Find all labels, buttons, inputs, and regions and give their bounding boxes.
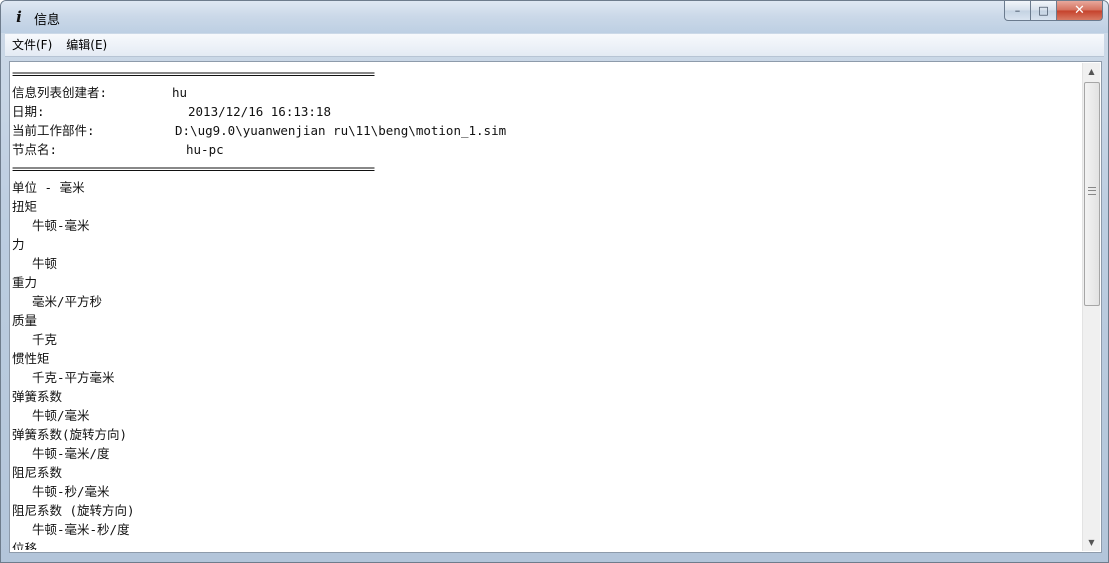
info-text-panel[interactable]: ========================================… xyxy=(9,61,1102,553)
unit-value: 牛顿-毫米/度 xyxy=(32,446,110,461)
close-button[interactable]: ✕ xyxy=(1057,1,1103,21)
unit-value: 牛顿-毫米-秒/度 xyxy=(32,522,130,537)
minimize-button[interactable]: – xyxy=(1004,1,1031,21)
unit-name: 阻尼系数 xyxy=(12,465,63,480)
node-row: 节点名: hu-pc xyxy=(12,140,1081,159)
unit-value: 牛顿-秒/毫米 xyxy=(32,484,110,499)
grip-icon xyxy=(1088,187,1096,195)
date-label: 日期: xyxy=(12,104,45,119)
vertical-scrollbar[interactable]: ▲ ▼ xyxy=(1082,63,1100,551)
menu-bar: 文件(F) 编辑(E) xyxy=(5,34,1104,57)
scroll-thumb[interactable] xyxy=(1084,82,1100,306)
title-bar[interactable]: i 信息 – □ ✕ xyxy=(1,1,1108,33)
unit-name: 质量 xyxy=(12,313,38,328)
last-line: 位移 xyxy=(12,541,38,550)
window-title: 信息 xyxy=(34,13,61,28)
separator-line: ========================================… xyxy=(12,66,375,81)
scroll-down-arrow-icon[interactable]: ▼ xyxy=(1083,534,1100,551)
unit-value: 牛顿-毫米 xyxy=(32,218,90,233)
creator-value: hu xyxy=(172,85,188,100)
unit-value: 牛顿/毫米 xyxy=(32,408,90,423)
part-label: 当前工作部件: xyxy=(12,123,95,138)
scroll-up-arrow-icon[interactable]: ▲ xyxy=(1083,63,1100,80)
unit-name: 弹簧系数 xyxy=(12,389,63,404)
minimize-icon: – xyxy=(1014,4,1021,17)
node-value: hu-pc xyxy=(186,142,224,157)
maximize-icon: □ xyxy=(1038,4,1049,17)
part-row: 当前工作部件: D:\ug9.0\yuanwenjian ru\11\beng\m… xyxy=(12,121,1081,140)
unit-name: 扭矩 xyxy=(12,199,38,214)
info-icon: i xyxy=(16,8,22,26)
caption-buttons: – □ ✕ xyxy=(1004,1,1103,21)
unit-value: 千克-平方毫米 xyxy=(32,370,115,385)
date-row: 日期: 2013/12/16 16:13:18 xyxy=(12,102,1081,121)
creator-label: 信息列表创建者: xyxy=(12,85,108,100)
unit-value: 牛顿 xyxy=(32,256,58,271)
units-title: 单位 - 毫米 xyxy=(12,180,85,195)
unit-value: 毫米/平方秒 xyxy=(32,294,103,309)
node-label: 节点名: xyxy=(12,142,58,157)
close-icon: ✕ xyxy=(1074,3,1085,18)
separator-line: ========================================… xyxy=(12,161,375,176)
info-window: i 信息 – □ ✕ 文件(F) 编辑(E) =================… xyxy=(0,0,1109,563)
unit-name: 重力 xyxy=(12,275,38,290)
menu-edit[interactable]: 编辑(E) xyxy=(59,34,114,56)
info-text-area[interactable]: ========================================… xyxy=(12,64,1081,550)
part-value: D:\ug9.0\yuanwenjian ru\11\beng\motion_1… xyxy=(175,123,507,138)
unit-name: 阻尼系数 (旋转方向) xyxy=(12,503,135,518)
unit-name: 弹簧系数(旋转方向) xyxy=(12,427,128,442)
creator-row: 信息列表创建者: hu xyxy=(12,83,1081,102)
unit-name: 力 xyxy=(12,237,25,252)
menu-file[interactable]: 文件(F) xyxy=(5,34,59,56)
units-list: 扭矩牛顿-毫米力牛顿重力毫米/平方秒质量千克惯性矩千克-平方毫米弹簧系数牛顿/毫… xyxy=(12,197,1081,539)
unit-value: 千克 xyxy=(32,332,58,347)
unit-name: 惯性矩 xyxy=(12,351,50,366)
date-value: 2013/12/16 16:13:18 xyxy=(188,104,331,119)
maximize-button[interactable]: □ xyxy=(1031,1,1057,21)
